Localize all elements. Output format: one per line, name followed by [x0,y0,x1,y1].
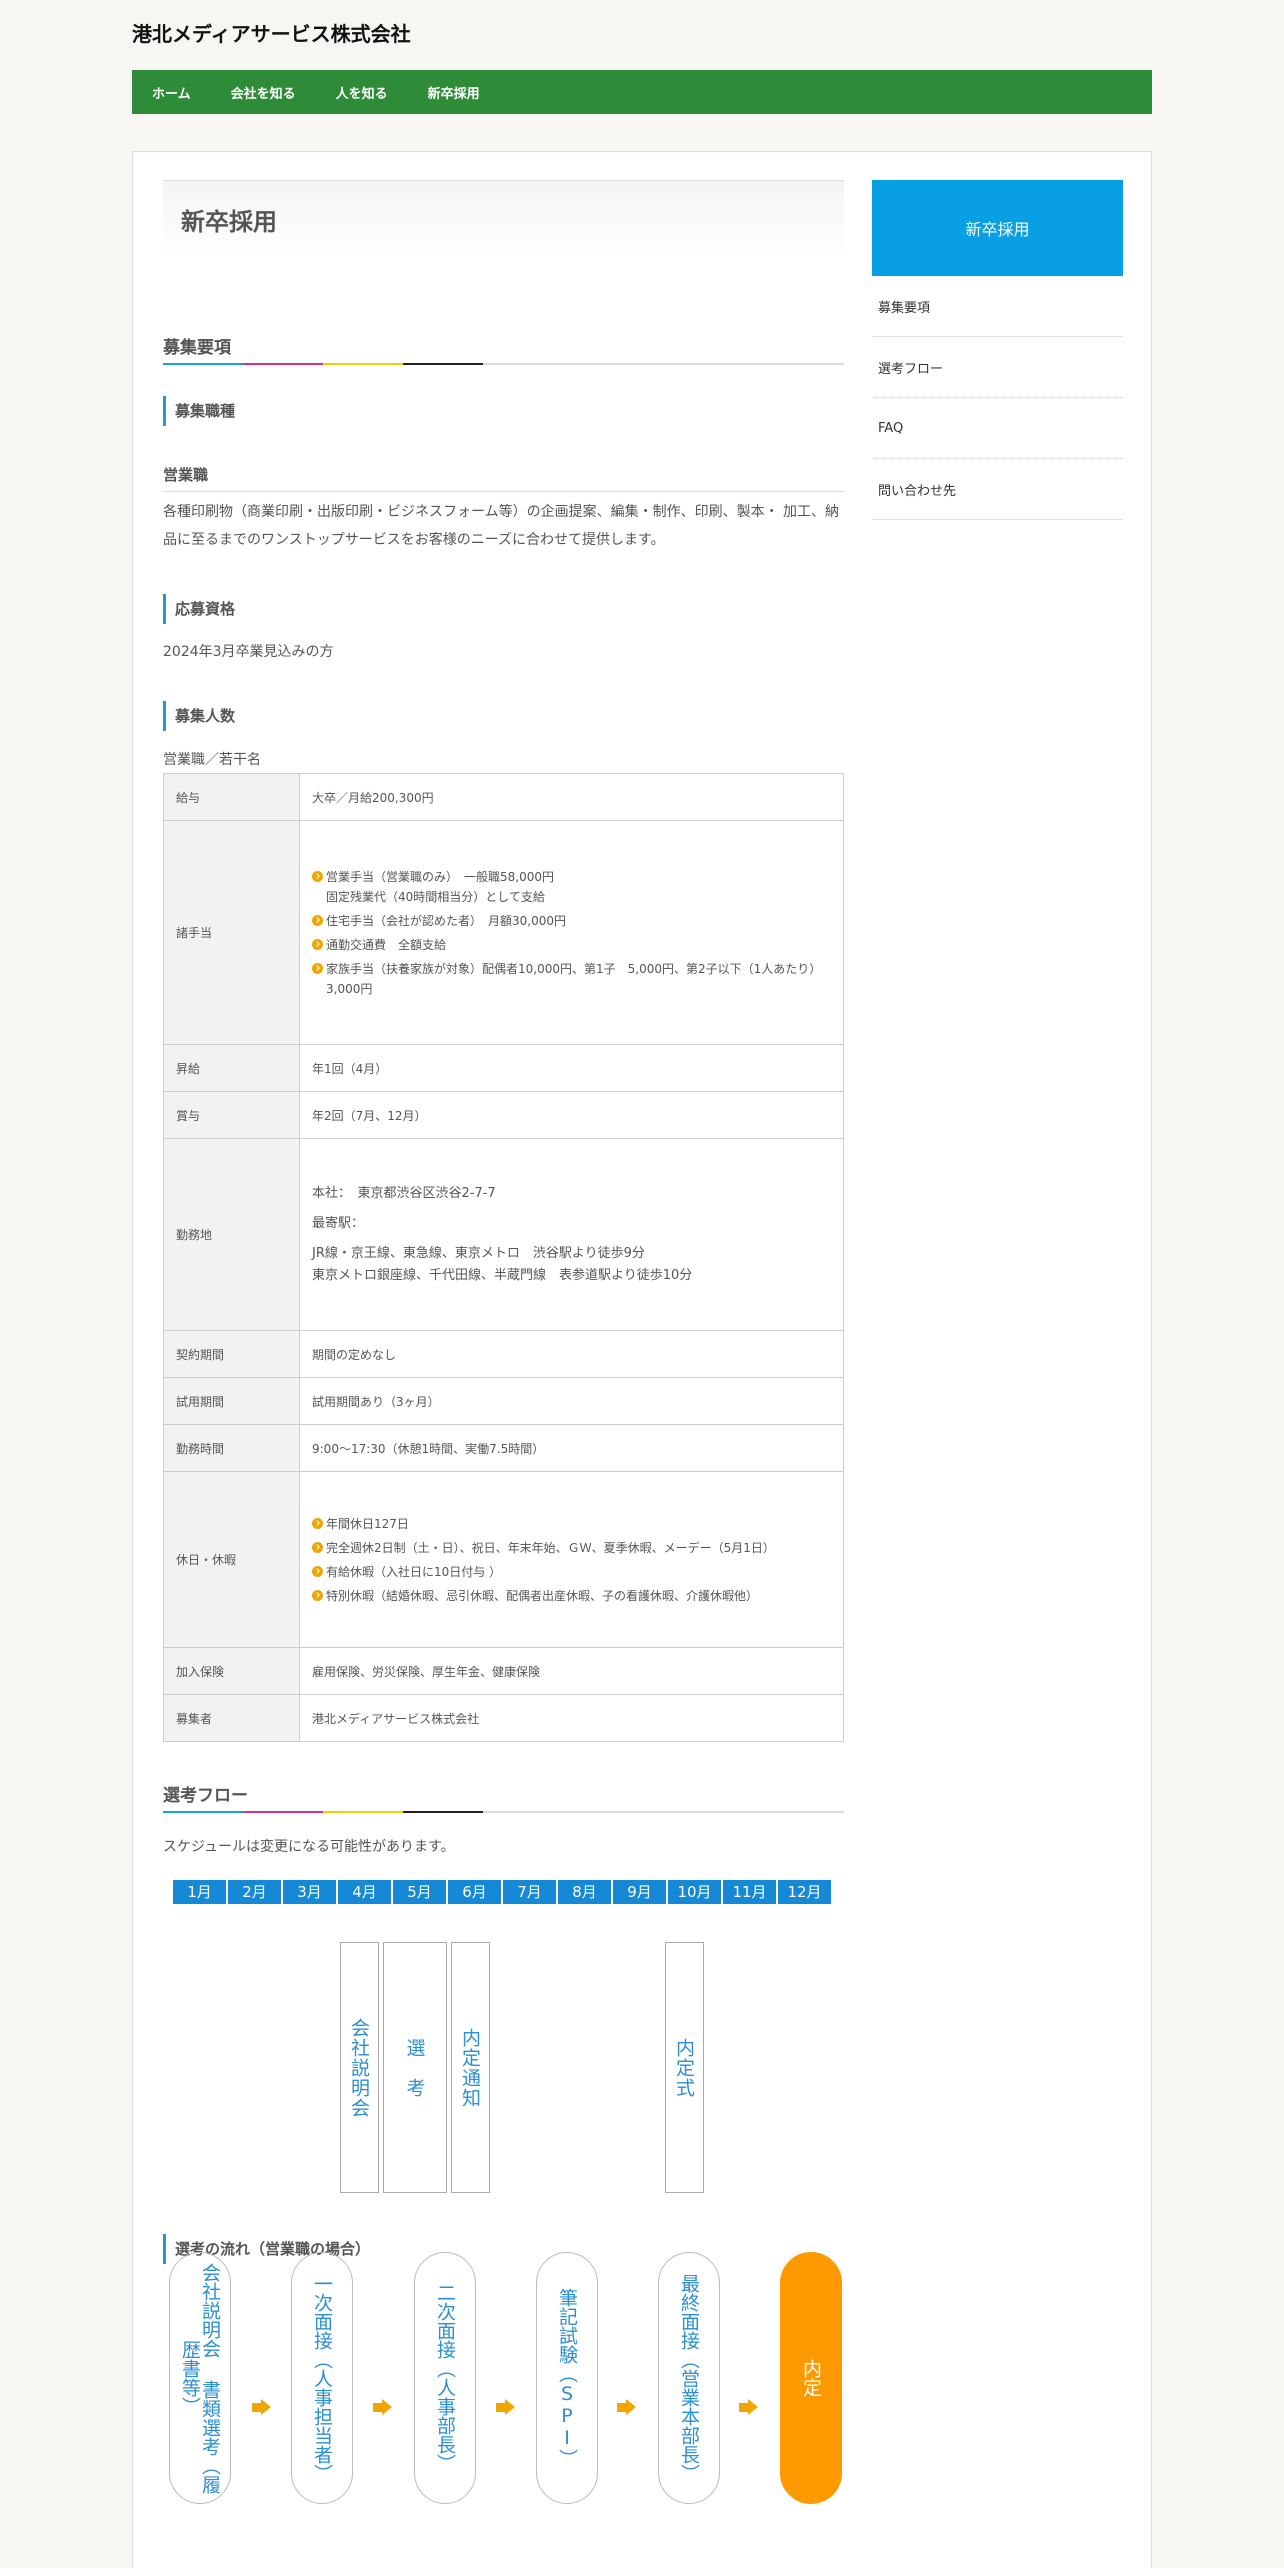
month-cell: 1月 [173,1880,226,1904]
row-label: 募集者 [163,1694,300,1742]
month-cell: 9月 [613,1880,666,1904]
list-item: 年間休日127日 [312,1514,831,1534]
subheading-headcount: 募集人数 [163,701,235,731]
month-cell: 2月 [228,1880,281,1904]
row-value: 営業手当（営業職のみ） 一般職58,000円 固定残業代（40時間相当分）として支… [299,820,844,1045]
row-label: 加入保険 [163,1647,300,1695]
event-info-session: 会社説明会 [340,1942,379,2193]
site-title[interactable]: 港北メディアサービス株式会社 [132,18,411,47]
step-written-test: 筆記試験（SPI） [536,2252,598,2504]
row-value: 9:00～17:30（休憩1時間、実働7.5時間） [299,1424,844,1472]
table-row: 賞与 年2回（7月、12月） [163,1091,844,1139]
section-heading-text: 選考フロー [163,1786,248,1806]
row-value: 試用期間あり（3ヶ月） [299,1377,844,1425]
section-heading-flow: 選考フロー [163,1781,844,1813]
row-value: 大卒／月給200,300円 [299,773,844,821]
row-value: 年1回（4月） [299,1044,844,1092]
month-cell: 8月 [558,1880,611,1904]
list-item: 家族手当（扶養家族が対象）配偶者10,000円、第1子 5,000円、第2子以下… [312,959,831,999]
list-item: 住宅手当（会社が認めた者） 月額30,000円 [312,911,831,931]
subheading-job-type: 募集職種 [163,396,235,426]
table-row: 契約期間 期間の定めなし [163,1330,844,1378]
job-description: 各種印刷物（商業印刷・出版印刷・ビジネスフォーム等）の企画提案、編集・制作、印刷… [163,504,840,548]
month-cell: 12月 [778,1880,831,1904]
location-line: 東京メトロ銀座線、千代田線、半蔵門線 表参道駅より徒歩10分 [312,1267,693,1283]
row-label: 諸手当 [163,820,300,1045]
list-item: 特別休暇（結婚休暇、忌引休暇、配偶者出産休暇、子の看護休暇、介護休暇他） [312,1586,831,1606]
heading-underline [163,1811,844,1813]
row-value: 港北メディアサービス株式会社 [299,1694,844,1742]
list-item: 営業手当（営業職のみ） 一般職58,000円 固定残業代（40時間相当分）として支… [312,867,831,907]
sidebar-item-flow[interactable]: 選考フロー [872,337,1123,398]
heading-underline [163,363,844,365]
step-second-interview: 二次面接（人事部長） [414,2252,476,2504]
table-row: 給与 大卒／月給200,300円 [163,773,844,821]
row-value: 年間休日127日 完全週休2日制（土・日）、祝日、年末年始、ＧＷ、夏季休暇、メー… [299,1471,844,1648]
content-container: 新卒採用 募集要項 募集職種 営業職 各種印刷物（商業印刷・出版印刷・ビジネスフ… [132,151,1152,2568]
event-selection: 選 考 [383,1942,447,2193]
row-value: 年2回（7月、12月） [299,1091,844,1139]
section-heading-recruit: 募集要項 [163,333,844,365]
table-row: 休日・休暇 年間休日127日 完全週休2日制（土・日）、祝日、年末年始、ＧＷ、夏… [163,1471,844,1648]
event-offer-notice: 内定通知 [451,1942,490,2193]
month-cell: 10月 [668,1880,721,1904]
row-label: 勤務地 [163,1138,300,1331]
headcount-text: 営業職／若干名 [163,752,261,768]
row-label: 勤務時間 [163,1424,300,1472]
list-item: 完全週休2日制（土・日）、祝日、年末年始、ＧＷ、夏季休暇、メーデー（5月1日） [312,1538,831,1558]
event-offer-ceremony: 内定式 [665,1942,704,2193]
month-header: 1月 2月 3月 4月 5月 6月 7月 8月 9月 10月 11月 12月 [173,1880,833,1904]
month-cell: 5月 [393,1880,446,1904]
step-info-session: 会社説明会 書類選考（履歴書等） [169,2252,231,2504]
job-name: 営業職 [163,464,844,492]
sidebar-title[interactable]: 新卒採用 [872,180,1123,276]
recruit-table: 給与 大卒／月給200,300円 諸手当 営業手当（営業職のみ） 一般職58,0… [163,773,844,1742]
nav-home[interactable]: ホーム [152,83,191,102]
row-label: 休日・休暇 [163,1471,300,1648]
qualification-text: 2024年3月卒業見込みの方 [163,644,334,660]
month-cell: 11月 [723,1880,776,1904]
nav-people[interactable]: 人を知る [336,83,388,102]
table-row: 昇給 年1回（4月） [163,1044,844,1092]
location-line: 本社： 東京都渋谷区渋谷2-7-7 [312,1185,496,1201]
table-row: 諸手当 営業手当（営業職のみ） 一般職58,000円 固定残業代（40時間相当分）… [163,820,844,1045]
row-label: 試用期間 [163,1377,300,1425]
row-label: 給与 [163,773,300,821]
row-value: 雇用保険、労災保険、厚生年金、健康保険 [299,1647,844,1695]
month-cell: 6月 [448,1880,501,1904]
location-line: 最寄駅： [312,1215,365,1231]
page-title: 新卒採用 [163,180,844,258]
nav-company[interactable]: 会社を知る [231,83,296,102]
sidebar-item-faq[interactable]: FAQ [872,398,1123,459]
row-value: 期間の定めなし [299,1330,844,1378]
table-row: 勤務時間 9:00～17:30（休憩1時間、実働7.5時間） [163,1424,844,1472]
row-label: 契約期間 [163,1330,300,1378]
location-line: JR線・京王線、東急線、東京メトロ 渋谷駅より徒歩9分 [312,1245,645,1261]
row-label: 昇給 [163,1044,300,1092]
nav-recruit[interactable]: 新卒採用 [428,83,480,102]
table-row: 試用期間 試用期間あり（3ヶ月） [163,1377,844,1425]
main-content: 新卒採用 募集要項 募集職種 営業職 各種印刷物（商業印刷・出版印刷・ビジネスフ… [163,180,844,2264]
global-nav: ホーム 会社を知る 人を知る 新卒採用 [132,70,1152,114]
subheading-qualification: 応募資格 [163,594,235,624]
table-row: 募集者 港北メディアサービス株式会社 [163,1694,844,1742]
list-item: 有給休暇（入社日に10日付与 ） [312,1562,831,1582]
sidebar: 新卒採用 募集要項 選考フロー FAQ 問い合わせ先 [872,180,1123,520]
schedule-note: スケジュールは変更になる可能性があります。 [163,1839,455,1855]
month-cell: 7月 [503,1880,556,1904]
row-value: 本社： 東京都渋谷区渋谷2-7-7 最寄駅： JR線・京王線、東急線、東京メトロ… [299,1138,844,1331]
table-row: 勤務地 本社： 東京都渋谷区渋谷2-7-7 最寄駅： JR線・京王線、東急線、東… [163,1138,844,1331]
month-cell: 4月 [338,1880,391,1904]
step-first-interview: 一次面接（人事担当者） [291,2252,353,2504]
sidebar-item-contact[interactable]: 問い合わせ先 [872,459,1123,520]
step-final-interview: 最終面接（営業本部長） [658,2252,720,2504]
step-offer: 内定 [780,2252,842,2504]
section-heading-text: 募集要項 [163,338,231,358]
row-label: 賞与 [163,1091,300,1139]
sidebar-item-recruit[interactable]: 募集要項 [872,276,1123,337]
month-cell: 3月 [283,1880,336,1904]
list-item: 通勤交通費 全額支給 [312,935,831,955]
table-row: 加入保険 雇用保険、労災保険、厚生年金、健康保険 [163,1647,844,1695]
